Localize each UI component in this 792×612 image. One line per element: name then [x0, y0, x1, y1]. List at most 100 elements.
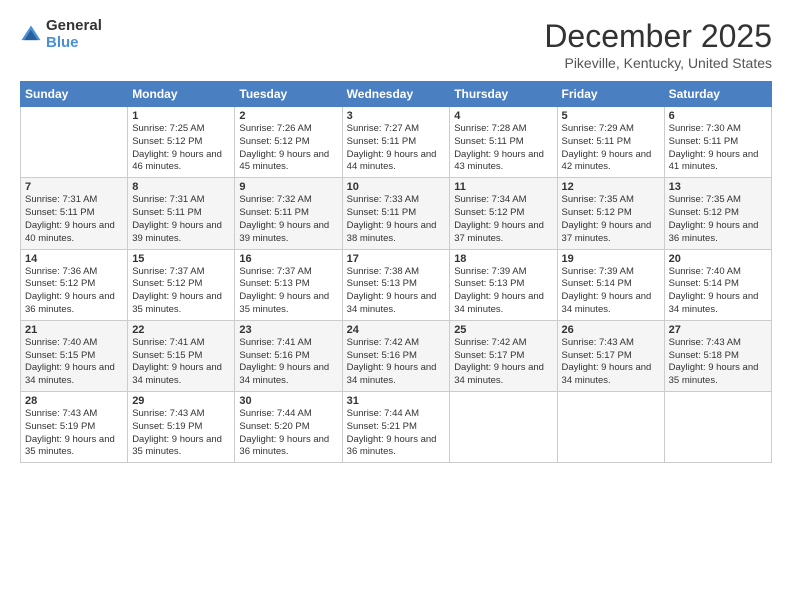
day-header-monday: Monday [128, 82, 235, 107]
day-number: 31 [347, 395, 446, 407]
calendar-cell: 23Sunrise: 7:41 AMSunset: 5:16 PMDayligh… [235, 320, 342, 391]
calendar-cell: 31Sunrise: 7:44 AMSunset: 5:21 PMDayligh… [342, 392, 450, 463]
cell-content: Sunrise: 7:26 AMSunset: 5:12 PMDaylight:… [239, 123, 337, 174]
logo-text: General Blue [46, 18, 102, 51]
calendar-cell: 29Sunrise: 7:43 AMSunset: 5:19 PMDayligh… [128, 392, 235, 463]
cell-content: Sunrise: 7:42 AMSunset: 5:17 PMDaylight:… [454, 337, 552, 388]
month-title: December 2025 [544, 18, 772, 55]
day-number: 15 [132, 253, 230, 265]
cell-content: Sunrise: 7:37 AMSunset: 5:13 PMDaylight:… [239, 266, 337, 317]
calendar-cell: 25Sunrise: 7:42 AMSunset: 5:17 PMDayligh… [450, 320, 557, 391]
logo-blue: Blue [46, 35, 102, 52]
day-number: 6 [669, 110, 767, 122]
calendar-cell: 28Sunrise: 7:43 AMSunset: 5:19 PMDayligh… [21, 392, 128, 463]
cell-content: Sunrise: 7:31 AMSunset: 5:11 PMDaylight:… [25, 194, 123, 245]
cell-content: Sunrise: 7:44 AMSunset: 5:20 PMDaylight:… [239, 408, 337, 459]
logo: General Blue [20, 18, 102, 51]
day-header-friday: Friday [557, 82, 664, 107]
calendar-cell: 13Sunrise: 7:35 AMSunset: 5:12 PMDayligh… [664, 178, 771, 249]
day-header-wednesday: Wednesday [342, 82, 450, 107]
cell-content: Sunrise: 7:34 AMSunset: 5:12 PMDaylight:… [454, 194, 552, 245]
cell-content: Sunrise: 7:43 AMSunset: 5:18 PMDaylight:… [669, 337, 767, 388]
calendar-cell: 7Sunrise: 7:31 AMSunset: 5:11 PMDaylight… [21, 178, 128, 249]
day-number: 11 [454, 181, 552, 193]
calendar-cell: 8Sunrise: 7:31 AMSunset: 5:11 PMDaylight… [128, 178, 235, 249]
cell-content: Sunrise: 7:40 AMSunset: 5:15 PMDaylight:… [25, 337, 123, 388]
week-row-3: 14Sunrise: 7:36 AMSunset: 5:12 PMDayligh… [21, 249, 772, 320]
calendar-cell: 16Sunrise: 7:37 AMSunset: 5:13 PMDayligh… [235, 249, 342, 320]
day-number: 18 [454, 253, 552, 265]
calendar-cell: 24Sunrise: 7:42 AMSunset: 5:16 PMDayligh… [342, 320, 450, 391]
cell-content: Sunrise: 7:27 AMSunset: 5:11 PMDaylight:… [347, 123, 446, 174]
day-number: 13 [669, 181, 767, 193]
cell-content: Sunrise: 7:31 AMSunset: 5:11 PMDaylight:… [132, 194, 230, 245]
day-number: 14 [25, 253, 123, 265]
cell-content: Sunrise: 7:40 AMSunset: 5:14 PMDaylight:… [669, 266, 767, 317]
day-number: 20 [669, 253, 767, 265]
day-number: 29 [132, 395, 230, 407]
cell-content: Sunrise: 7:28 AMSunset: 5:11 PMDaylight:… [454, 123, 552, 174]
calendar-cell: 10Sunrise: 7:33 AMSunset: 5:11 PMDayligh… [342, 178, 450, 249]
calendar-cell: 15Sunrise: 7:37 AMSunset: 5:12 PMDayligh… [128, 249, 235, 320]
day-header-saturday: Saturday [664, 82, 771, 107]
calendar-cell: 3Sunrise: 7:27 AMSunset: 5:11 PMDaylight… [342, 107, 450, 178]
cell-content: Sunrise: 7:43 AMSunset: 5:19 PMDaylight:… [25, 408, 123, 459]
calendar-cell: 4Sunrise: 7:28 AMSunset: 5:11 PMDaylight… [450, 107, 557, 178]
day-number: 21 [25, 324, 123, 336]
calendar-cell: 5Sunrise: 7:29 AMSunset: 5:11 PMDaylight… [557, 107, 664, 178]
cell-content: Sunrise: 7:29 AMSunset: 5:11 PMDaylight:… [562, 123, 660, 174]
cell-content: Sunrise: 7:43 AMSunset: 5:19 PMDaylight:… [132, 408, 230, 459]
calendar-cell: 19Sunrise: 7:39 AMSunset: 5:14 PMDayligh… [557, 249, 664, 320]
day-header-sunday: Sunday [21, 82, 128, 107]
day-header-tuesday: Tuesday [235, 82, 342, 107]
cell-content: Sunrise: 7:35 AMSunset: 5:12 PMDaylight:… [562, 194, 660, 245]
day-number: 17 [347, 253, 446, 265]
calendar-cell: 2Sunrise: 7:26 AMSunset: 5:12 PMDaylight… [235, 107, 342, 178]
header: General Blue December 2025 Pikeville, Ke… [20, 18, 772, 71]
calendar-cell: 30Sunrise: 7:44 AMSunset: 5:20 PMDayligh… [235, 392, 342, 463]
cell-content: Sunrise: 7:43 AMSunset: 5:17 PMDaylight:… [562, 337, 660, 388]
calendar-cell: 22Sunrise: 7:41 AMSunset: 5:15 PMDayligh… [128, 320, 235, 391]
cell-content: Sunrise: 7:30 AMSunset: 5:11 PMDaylight:… [669, 123, 767, 174]
logo-icon [20, 24, 42, 46]
day-number: 22 [132, 324, 230, 336]
cell-content: Sunrise: 7:39 AMSunset: 5:13 PMDaylight:… [454, 266, 552, 317]
cell-content: Sunrise: 7:41 AMSunset: 5:15 PMDaylight:… [132, 337, 230, 388]
calendar-cell: 1Sunrise: 7:25 AMSunset: 5:12 PMDaylight… [128, 107, 235, 178]
day-number: 4 [454, 110, 552, 122]
day-header-thursday: Thursday [450, 82, 557, 107]
cell-content: Sunrise: 7:38 AMSunset: 5:13 PMDaylight:… [347, 266, 446, 317]
day-number: 10 [347, 181, 446, 193]
cell-content: Sunrise: 7:35 AMSunset: 5:12 PMDaylight:… [669, 194, 767, 245]
day-number: 24 [347, 324, 446, 336]
week-row-5: 28Sunrise: 7:43 AMSunset: 5:19 PMDayligh… [21, 392, 772, 463]
day-number: 27 [669, 324, 767, 336]
day-header-row: SundayMondayTuesdayWednesdayThursdayFrid… [21, 82, 772, 107]
calendar-cell [664, 392, 771, 463]
day-number: 5 [562, 110, 660, 122]
day-number: 3 [347, 110, 446, 122]
calendar-cell [450, 392, 557, 463]
calendar-cell: 20Sunrise: 7:40 AMSunset: 5:14 PMDayligh… [664, 249, 771, 320]
day-number: 7 [25, 181, 123, 193]
day-number: 16 [239, 253, 337, 265]
day-number: 30 [239, 395, 337, 407]
calendar-cell [21, 107, 128, 178]
page: General Blue December 2025 Pikeville, Ke… [0, 0, 792, 612]
week-row-4: 21Sunrise: 7:40 AMSunset: 5:15 PMDayligh… [21, 320, 772, 391]
location: Pikeville, Kentucky, United States [544, 55, 772, 71]
cell-content: Sunrise: 7:33 AMSunset: 5:11 PMDaylight:… [347, 194, 446, 245]
cell-content: Sunrise: 7:39 AMSunset: 5:14 PMDaylight:… [562, 266, 660, 317]
cell-content: Sunrise: 7:42 AMSunset: 5:16 PMDaylight:… [347, 337, 446, 388]
week-row-1: 1Sunrise: 7:25 AMSunset: 5:12 PMDaylight… [21, 107, 772, 178]
calendar-cell: 12Sunrise: 7:35 AMSunset: 5:12 PMDayligh… [557, 178, 664, 249]
day-number: 26 [562, 324, 660, 336]
logo-general: General [46, 18, 102, 35]
title-block: December 2025 Pikeville, Kentucky, Unite… [544, 18, 772, 71]
day-number: 28 [25, 395, 123, 407]
day-number: 19 [562, 253, 660, 265]
calendar-cell: 9Sunrise: 7:32 AMSunset: 5:11 PMDaylight… [235, 178, 342, 249]
day-number: 1 [132, 110, 230, 122]
cell-content: Sunrise: 7:41 AMSunset: 5:16 PMDaylight:… [239, 337, 337, 388]
calendar-table: SundayMondayTuesdayWednesdayThursdayFrid… [20, 81, 772, 463]
